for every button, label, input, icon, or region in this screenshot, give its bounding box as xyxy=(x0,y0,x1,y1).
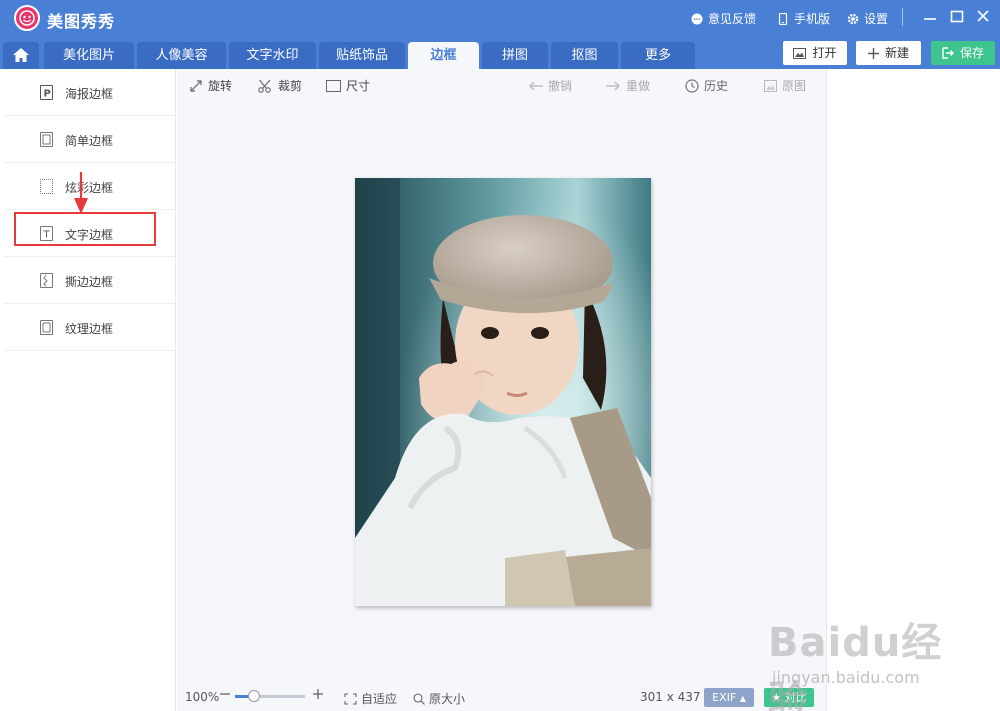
red-arrow-annotation xyxy=(74,172,88,214)
rotate-icon xyxy=(190,79,202,92)
crop-label: 裁剪 xyxy=(278,79,303,93)
fit-screen-icon xyxy=(344,692,357,705)
minus-icon xyxy=(220,693,230,695)
redo-button[interactable]: 重做 xyxy=(606,77,650,94)
settings-label: 设置 xyxy=(864,12,889,26)
tab-beautify[interactable]: 美化图片 xyxy=(44,42,134,69)
sidebar-item-poster-frame[interactable]: P 海报边框 xyxy=(5,69,175,116)
image-icon xyxy=(793,47,807,59)
new-button[interactable]: 新建 xyxy=(856,41,921,65)
size-label: 尺寸 xyxy=(346,79,371,93)
app-logo-icon xyxy=(14,5,40,31)
sidebar-item-simple-frame[interactable]: 简单边框 xyxy=(5,116,175,163)
history-label: 历史 xyxy=(704,79,729,93)
save-button[interactable]: 保存 xyxy=(931,41,995,65)
save-label: 保存 xyxy=(959,46,984,60)
home-icon xyxy=(13,48,29,62)
tab-text-watermark[interactable]: 文字水印 xyxy=(229,42,316,69)
mobile-label: 手机版 xyxy=(794,12,831,26)
rotate-button[interactable]: 旋转 xyxy=(189,77,232,94)
export-icon xyxy=(942,47,954,59)
exif-label: EXIF xyxy=(712,691,737,704)
home-button[interactable] xyxy=(3,42,39,69)
redo-label: 重做 xyxy=(626,79,651,93)
new-label: 新建 xyxy=(884,46,909,60)
selection-highlight-box xyxy=(14,212,156,246)
zoom-level: 100% xyxy=(185,690,220,704)
sidebar-item-torn-frame[interactable]: 撕边边框 xyxy=(5,257,175,304)
feedback-link[interactable]: 意见反馈 xyxy=(691,10,756,27)
undo-label: 撤销 xyxy=(548,79,573,93)
zoom-in-button[interactable] xyxy=(313,689,323,699)
poster-frame-icon: P xyxy=(40,85,53,100)
feedback-label: 意见反馈 xyxy=(708,12,757,26)
actual-size-label: 原大小 xyxy=(429,692,466,706)
fit-label: 自适应 xyxy=(361,692,398,706)
mobile-link[interactable]: 手机版 xyxy=(777,10,830,27)
close-icon xyxy=(977,10,989,22)
history-button[interactable]: 历史 xyxy=(685,77,728,94)
sidebar-item-texture-frame[interactable]: 纹理边框 xyxy=(5,304,175,351)
title-bar: 美图秀秀 意见反馈 手机版 设置 xyxy=(0,0,1000,36)
tab-portrait[interactable]: 人像美容 xyxy=(137,42,226,69)
plus-icon xyxy=(867,47,879,59)
open-button[interactable]: 打开 xyxy=(783,41,847,65)
undo-button[interactable]: 撤销 xyxy=(528,77,572,94)
exif-button[interactable]: EXIF ▲ xyxy=(704,688,754,707)
sidebar-item-label: 撕边边框 xyxy=(65,275,114,289)
zoom-out-button[interactable] xyxy=(220,689,230,699)
resize-icon xyxy=(326,79,341,92)
fit-button[interactable]: 自适应 xyxy=(344,690,397,707)
minimize-icon xyxy=(924,18,936,20)
caret-up-icon: ▲ xyxy=(739,694,746,703)
sidebar-item-label: 简单边框 xyxy=(65,134,114,148)
gear-icon xyxy=(847,13,859,24)
scissors-icon xyxy=(258,79,271,93)
baidu-watermark: Baidu经验 jingyan.baidu.com xyxy=(768,610,958,711)
tab-more[interactable]: 更多 xyxy=(621,42,695,69)
redo-arrow-icon xyxy=(606,81,620,90)
torn-frame-icon xyxy=(40,273,53,288)
clock-icon xyxy=(685,78,699,93)
phone-icon xyxy=(778,12,788,25)
zoom-slider-handle[interactable] xyxy=(248,690,260,702)
watermark-url: jingyan.baidu.com xyxy=(772,668,920,687)
texture-frame-icon xyxy=(40,320,53,335)
sidebar-item-label: 炫彩边框 xyxy=(65,181,114,195)
tab-frames[interactable]: 边框 xyxy=(408,42,479,69)
chat-bubble-icon xyxy=(691,13,703,24)
original-button[interactable]: 原图 xyxy=(764,77,806,94)
titlebar-divider xyxy=(902,8,903,26)
sidebar-item-label: 纹理边框 xyxy=(65,322,114,336)
close-button[interactable] xyxy=(973,8,993,26)
original-label: 原图 xyxy=(782,79,807,93)
tab-cutout[interactable]: 抠图 xyxy=(551,42,618,69)
undo-arrow-icon xyxy=(529,81,543,90)
magnifier-icon xyxy=(413,692,425,705)
crop-button[interactable]: 裁剪 xyxy=(258,77,302,94)
tab-bar: 美化图片 人像美容 文字水印 贴纸饰品 边框 拼图 抠图 更多 打开 新建 保存 xyxy=(0,36,1000,69)
sidebar-item-label: 海报边框 xyxy=(65,87,114,101)
settings-link[interactable]: 设置 xyxy=(847,10,888,27)
minimize-button[interactable] xyxy=(920,8,940,26)
colorful-frame-icon xyxy=(40,179,53,194)
tab-collage[interactable]: 拼图 xyxy=(482,42,548,69)
image-dimensions: 301 x 437 xyxy=(640,690,701,704)
open-label: 打开 xyxy=(812,46,837,60)
plus-icon xyxy=(313,689,323,699)
sidebar-item-colorful-frame[interactable]: 炫彩边框 xyxy=(5,163,175,210)
actual-size-button[interactable]: 原大小 xyxy=(413,690,465,707)
svg-text:P: P xyxy=(44,89,51,100)
picture-icon xyxy=(764,79,777,92)
simple-frame-icon xyxy=(40,132,53,147)
rotate-label: 旋转 xyxy=(208,79,233,93)
edited-photo[interactable] xyxy=(355,178,651,606)
size-button[interactable]: 尺寸 xyxy=(326,77,370,94)
watermark-logo-text: Baidu经验 xyxy=(768,620,943,711)
app-title: 美图秀秀 xyxy=(47,12,116,31)
maximize-button[interactable] xyxy=(947,8,967,26)
maximize-icon xyxy=(950,10,964,23)
tab-stickers[interactable]: 贴纸饰品 xyxy=(319,42,405,69)
